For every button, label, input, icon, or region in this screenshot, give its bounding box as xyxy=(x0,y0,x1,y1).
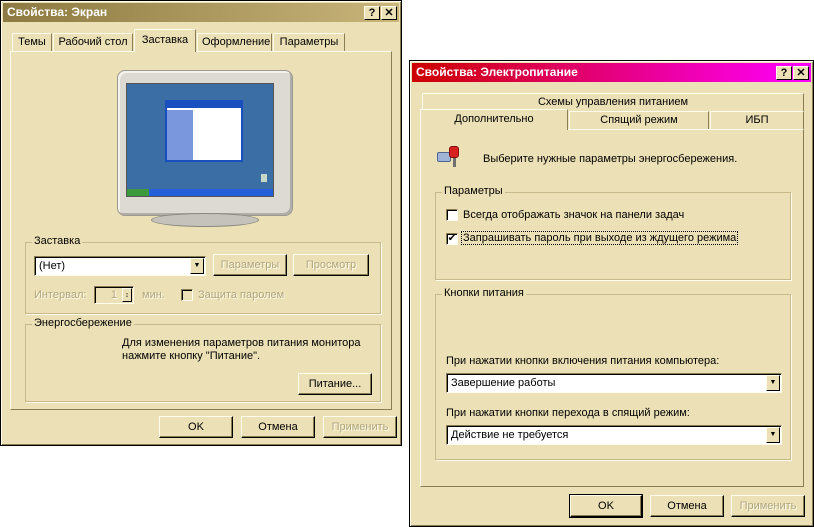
tab-ups[interactable]: ИБП xyxy=(710,111,804,129)
screensaver-group: Заставка (Нет) ▼ Параметры Просмотр Инте… xyxy=(25,235,381,314)
power-ok-button[interactable]: OK xyxy=(569,494,643,518)
display-titlebar[interactable]: Свойства: Экран ? ✕ xyxy=(3,3,399,22)
power-apply-button[interactable]: Применить xyxy=(731,495,805,517)
help-button[interactable]: ? xyxy=(364,6,380,20)
monitor-preview xyxy=(117,70,293,228)
advanced-panel: Выберите нужные параметры энергосбережен… xyxy=(420,129,804,487)
tab-advanced[interactable]: Дополнительно xyxy=(420,109,568,130)
screensaver-settings-button[interactable]: Параметры xyxy=(213,254,287,276)
preview-taskbar xyxy=(127,189,273,196)
parameters-group: Параметры Всегда отображать значок на па… xyxy=(435,185,791,280)
screensaver-select[interactable]: (Нет) ▼ xyxy=(34,256,206,276)
show-tray-icon-label[interactable]: Всегда отображать значок на панели задач xyxy=(463,209,684,221)
recycle-bin-icon xyxy=(261,174,267,182)
chevron-down-icon[interactable]: ▼ xyxy=(766,427,780,443)
power-button-action-label: При нажатии кнопки включения питания ком… xyxy=(446,355,720,367)
screensaver-selected-value: (Нет) xyxy=(39,260,66,272)
power-buttons-group-label: Кнопки питания xyxy=(442,287,526,299)
help-button[interactable]: ? xyxy=(776,66,792,80)
screensaver-panel: Заставка (Нет) ▼ Параметры Просмотр Инте… xyxy=(10,51,392,410)
minutes-label: мин. xyxy=(142,289,165,301)
sleep-button-action-select[interactable]: Действие не требуется ▼ xyxy=(446,425,782,445)
power-button-action-select[interactable]: Завершение работы ▼ xyxy=(446,373,782,393)
interval-label: Интервал: xyxy=(34,289,87,301)
spinner-arrows-icon[interactable]: ↕ xyxy=(122,288,132,302)
monitor-stand xyxy=(151,213,259,227)
interval-value: 1 xyxy=(110,289,117,301)
close-button[interactable]: ✕ xyxy=(381,6,397,20)
energy-saving-group-label: Энергосбережение xyxy=(32,317,134,329)
display-properties-window: Свойства: Экран ? ✕ Темы Рабочий стол За… xyxy=(0,0,402,446)
power-intro-text: Выберите нужные параметры энергосбережен… xyxy=(483,153,738,165)
parameters-group-label: Параметры xyxy=(442,185,505,197)
interval-stepper[interactable]: 1 ↕ xyxy=(94,286,134,304)
display-apply-button[interactable]: Применить xyxy=(323,416,397,438)
tab-appearance[interactable]: Оформление xyxy=(197,33,272,51)
power-button[interactable]: Питание... xyxy=(298,373,372,395)
sleep-button-action-label: При нажатии кнопки перехода в спящий реж… xyxy=(446,407,690,419)
tab-hibernate[interactable]: Спящий режим xyxy=(569,111,709,129)
chevron-down-icon[interactable]: ▼ xyxy=(766,375,780,391)
energy-description: Для изменения параметров питания монитор… xyxy=(122,337,361,362)
tab-themes[interactable]: Темы xyxy=(12,33,52,51)
show-tray-icon-checkbox[interactable] xyxy=(446,209,458,221)
check-icon: ✔ xyxy=(447,233,457,244)
power-button-action-value: Завершение работы xyxy=(451,377,556,389)
power-buttons-group: Кнопки питания При нажатии кнопки включе… xyxy=(435,287,791,460)
tab-desktop[interactable]: Рабочий стол xyxy=(53,33,133,51)
screensaver-group-label: Заставка xyxy=(32,235,83,247)
display-cancel-button[interactable]: Отмена xyxy=(241,416,315,438)
display-ok-button[interactable]: OK xyxy=(159,416,233,438)
power-titlebar[interactable]: Свойства: Электропитание ? ✕ xyxy=(412,63,811,82)
tab-screensaver[interactable]: Заставка xyxy=(134,29,196,52)
screensaver-preview-button[interactable]: Просмотр xyxy=(293,254,369,276)
monitor-screen xyxy=(126,83,274,197)
ask-password-checkbox[interactable]: ✔ xyxy=(446,233,458,245)
password-protect-label: Защита паролем xyxy=(198,289,285,301)
preview-window xyxy=(165,100,243,162)
power-properties-window: Свойства: Электропитание ? ✕ Схемы управ… xyxy=(409,60,814,527)
chevron-down-icon[interactable]: ▼ xyxy=(190,258,204,274)
power-cancel-button[interactable]: Отмена xyxy=(650,495,724,517)
sleep-button-action-value: Действие не требуется xyxy=(451,429,569,441)
energy-saving-group: Энергосбережение Для изменения параметро… xyxy=(25,317,381,402)
ask-password-label[interactable]: Запрашивать пароль при выходе из ждущего… xyxy=(461,231,739,245)
power-plug-icon xyxy=(435,144,461,168)
display-window-title: Свойства: Экран xyxy=(7,5,108,19)
close-button[interactable]: ✕ xyxy=(793,66,809,80)
power-window-title: Свойства: Электропитание xyxy=(416,65,578,79)
password-protect-checkbox[interactable] xyxy=(181,289,193,301)
tab-settings[interactable]: Параметры xyxy=(273,33,345,51)
